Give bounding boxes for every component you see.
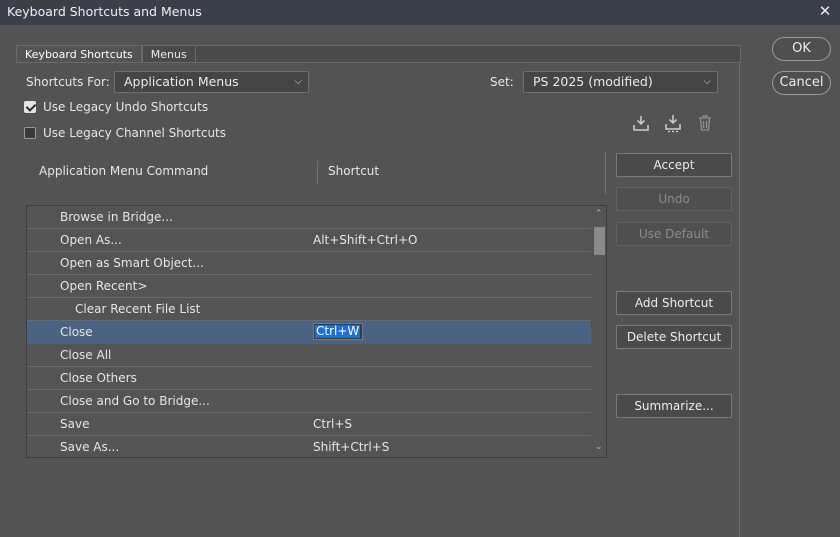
scroll-up-icon[interactable]: ⌃: [595, 209, 603, 219]
shortcut-list[interactable]: Browse in Bridge... Open As... Alt+Shift…: [26, 205, 607, 458]
delete-set-icon[interactable]: [695, 113, 715, 133]
row-command: Open as Smart Object...: [60, 256, 204, 270]
save-set-icon[interactable]: [631, 113, 651, 133]
set-label: Set:: [490, 75, 514, 89]
row-command: Save As...: [60, 440, 120, 454]
shortcuts-for-select[interactable]: Application Menus ⌵: [114, 71, 309, 93]
column-header-command[interactable]: Application Menu Command: [39, 164, 208, 178]
title-bar: Keyboard Shortcuts and Menus ✕: [0, 0, 840, 25]
delete-shortcut-button[interactable]: Delete Shortcut: [616, 325, 732, 349]
table-row[interactable]: Close All: [27, 344, 591, 367]
row-command: Close and Go to Bridge...: [60, 394, 210, 408]
table-row-selected[interactable]: Close Ctrl+W: [27, 321, 591, 344]
row-command: Close All: [60, 348, 112, 362]
row-command: Close: [60, 325, 93, 339]
summarize-button[interactable]: Summarize...: [616, 394, 732, 418]
table-row[interactable]: Clear Recent File List: [27, 298, 591, 321]
set-value: PS 2025 (modified): [533, 74, 653, 89]
row-command: Open Recent>: [60, 279, 148, 293]
chevron-down-icon: ⌵: [703, 76, 711, 87]
use-default-button[interactable]: Use Default: [616, 222, 732, 246]
set-select[interactable]: PS 2025 (modified) ⌵: [523, 71, 718, 93]
table-row[interactable]: Open As... Alt+Shift+Ctrl+O: [27, 229, 591, 252]
tab-menus[interactable]: Menus: [141, 45, 196, 63]
legacy-undo-label: Use Legacy Undo Shortcuts: [43, 100, 209, 114]
row-command: Close Others: [60, 371, 137, 385]
accept-button[interactable]: Accept: [616, 153, 732, 177]
table-row[interactable]: Open Recent>: [27, 275, 591, 298]
window-title: Keyboard Shortcuts and Menus: [7, 4, 202, 19]
table-row[interactable]: Close Others: [27, 367, 591, 390]
column-divider: [317, 161, 318, 185]
cancel-button[interactable]: Cancel: [772, 71, 831, 95]
legacy-channel-label: Use Legacy Channel Shortcuts: [43, 126, 227, 140]
column-header-shortcut[interactable]: Shortcut: [328, 164, 379, 178]
table-row[interactable]: Save Ctrl+S: [27, 413, 591, 436]
table-row[interactable]: Open as Smart Object...: [27, 252, 591, 275]
save-set-as-icon[interactable]: [663, 113, 683, 133]
row-command: Save: [60, 417, 90, 431]
shortcuts-for-value: Application Menus: [124, 74, 239, 89]
shortcuts-for-label: Shortcuts For:: [26, 75, 110, 89]
legacy-undo-checkbox[interactable]: [24, 101, 36, 113]
scroll-thumb[interactable]: [594, 227, 605, 255]
row-command: Open As...: [60, 233, 122, 247]
table-row[interactable]: Browse in Bridge...: [27, 206, 591, 229]
table-row[interactable]: Close and Go to Bridge...: [27, 390, 591, 413]
row-command: Clear Recent File List: [75, 302, 201, 316]
table-row[interactable]: Save As... Shift+Ctrl+S: [27, 436, 591, 457]
row-shortcut: Ctrl+S: [313, 417, 353, 431]
chevron-down-icon: ⌵: [294, 76, 302, 87]
row-command: Browse in Bridge...: [60, 210, 173, 224]
close-icon[interactable]: ✕: [814, 0, 836, 24]
list-scrollbar[interactable]: ⌃ ⌄: [592, 206, 606, 457]
row-shortcut: Shift+Ctrl+S: [313, 440, 390, 454]
shortcut-edit-value: Ctrl+W: [315, 324, 361, 338]
add-shortcut-button[interactable]: Add Shortcut: [616, 291, 732, 315]
legacy-channel-checkbox[interactable]: [24, 127, 36, 139]
row-shortcut: Alt+Shift+Ctrl+O: [313, 233, 418, 247]
scroll-down-icon[interactable]: ⌄: [595, 442, 603, 452]
tab-bar: Keyboard Shortcuts Menus: [16, 45, 196, 64]
undo-button[interactable]: Undo: [616, 187, 732, 211]
shortcut-edit-field[interactable]: Ctrl+W: [313, 323, 363, 340]
header-divider: [605, 152, 606, 194]
ok-button[interactable]: OK: [772, 37, 831, 61]
tab-strip: [185, 45, 741, 63]
